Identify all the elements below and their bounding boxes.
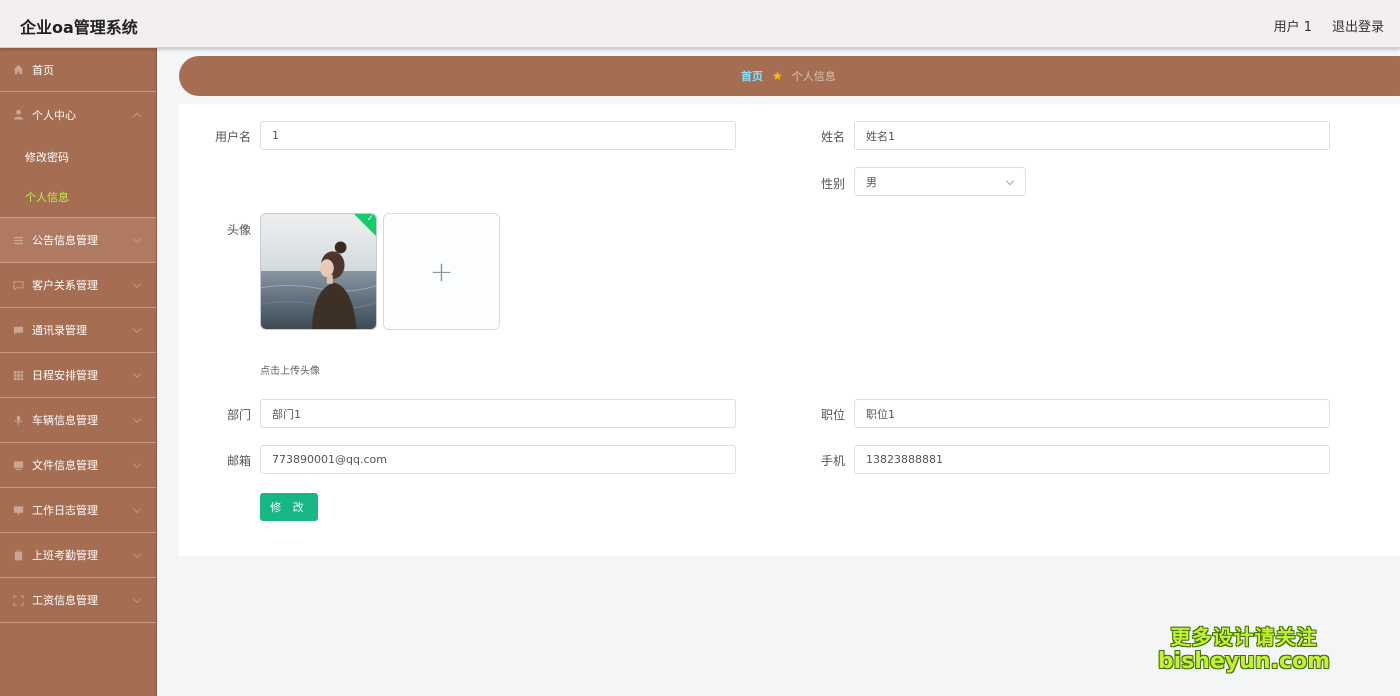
sidebar-item-label: 个人中心 (32, 108, 76, 122)
gender-label: 性别 (820, 177, 845, 191)
gender-value: 男 (866, 175, 877, 189)
watermark-line1: 更多设计请关注 (1170, 625, 1318, 649)
top-header: 企业oa管理系统 用户 1 退出登录 (0, 0, 1400, 48)
email-value: 773890001@qq.com (272, 453, 387, 466)
name-field[interactable]: 姓名1 (854, 121, 1330, 150)
chevron-down-icon (132, 594, 142, 604)
mic-icon (12, 414, 24, 426)
sidebar-item-label: 工作日志管理 (32, 504, 98, 517)
chevron-down-icon (1005, 176, 1015, 186)
avatar-upload-button[interactable]: + (383, 213, 500, 330)
name-label: 姓名 (820, 130, 845, 144)
sidebar-item-files[interactable]: 文件信息管理 (0, 443, 156, 488)
sidebar-item-attendance[interactable]: 上班考勤管理 (0, 533, 156, 578)
department-field[interactable]: 部门1 (260, 399, 736, 428)
avatar-label: 头像 (226, 223, 251, 237)
avatar-preview[interactable]: ✓ (260, 213, 377, 330)
breadcrumb-current: 个人信息 (791, 70, 836, 83)
sidebar-item-salary[interactable]: 工资信息管理 (0, 578, 156, 623)
star-icon: ★ (772, 69, 783, 83)
chevron-down-icon (132, 279, 142, 289)
phone-field[interactable]: 13823888881 (854, 445, 1330, 474)
sidebar-subitem-change-password[interactable]: 修改密码 (0, 137, 156, 177)
list-icon (12, 234, 24, 246)
email-field[interactable]: 773890001@qq.com (260, 445, 736, 474)
check-icon: ✓ (366, 214, 374, 224)
chevron-down-icon (132, 324, 142, 334)
chevron-up-icon (132, 112, 142, 121)
fullscreen-icon (12, 594, 24, 606)
chevron-down-icon (132, 234, 142, 244)
app-title: 企业oa管理系统 (20, 18, 138, 37)
sidebar-item-label: 公告信息管理 (32, 234, 98, 247)
sidebar-item-schedule[interactable]: 日程安排管理 (0, 353, 156, 398)
submit-button[interactable]: 修 改 (260, 493, 318, 521)
home-icon (12, 64, 24, 76)
position-field[interactable]: 职位1 (854, 399, 1330, 428)
sidebar-item-label: 车辆信息管理 (32, 414, 98, 427)
sidebar-item-customers[interactable]: 客户关系管理 (0, 263, 156, 308)
sidebar-item-label: 客户关系管理 (32, 279, 98, 292)
clipboard-icon (12, 549, 24, 561)
phone-value: 13823888881 (866, 453, 943, 466)
username-label: 用户名 (214, 130, 251, 144)
watermark: 更多设计请关注 bisheyun.com (1158, 621, 1330, 674)
plus-icon: + (429, 255, 454, 288)
sidebar-item-label: 日程安排管理 (32, 369, 98, 382)
breadcrumb-home[interactable]: 首页 (741, 68, 763, 84)
username-field[interactable]: 1 (260, 121, 736, 150)
sidebar-item-label: 通讯录管理 (32, 324, 87, 337)
sidebar-item-label: 首页 (32, 63, 54, 77)
sidebar-item-personal[interactable]: 个人中心 (0, 92, 156, 137)
name-value: 姓名1 (866, 129, 895, 143)
profile-form: 用户名 1 姓名 姓名1 性别 男 头像 ✓ + 点击上传头像 部门 部门1 职… (179, 104, 1400, 556)
logout-link[interactable]: 退出登录 (1332, 16, 1384, 35)
avatar-hint: 点击上传头像 (260, 366, 320, 377)
current-user[interactable]: 用户 1 (1274, 16, 1312, 35)
grid-icon (12, 369, 24, 381)
sidebar-item-home[interactable]: 首页 (0, 48, 156, 92)
sidebar-item-label: 工资信息管理 (32, 594, 98, 607)
watermark-line2: bisheyun.com (1157, 649, 1330, 674)
chevron-down-icon (132, 459, 142, 469)
personal-submenu: 修改密码 个人信息 (0, 137, 156, 218)
position-value: 职位1 (866, 407, 895, 421)
phone-label: 手机 (820, 454, 845, 468)
breadcrumb: 首页 ★ 个人信息 (179, 56, 1400, 96)
sidebar-item-vehicles[interactable]: 车辆信息管理 (0, 398, 156, 443)
sidebar: 首页 个人中心 修改密码 个人信息 公告信息管理 客户关系管理 通讯录管理 日程… (0, 48, 157, 696)
sidebar-item-label: 文件信息管理 (32, 459, 98, 472)
sidebar-item-announcements[interactable]: 公告信息管理 (0, 218, 156, 263)
chevron-down-icon (132, 414, 142, 424)
header-actions: 用户 1 退出登录 (1274, 16, 1384, 35)
department-value: 部门1 (272, 407, 301, 421)
chevron-down-icon (132, 504, 142, 514)
username-value: 1 (272, 129, 279, 142)
position-label: 职位 (820, 408, 845, 422)
monitor-icon (12, 459, 24, 471)
sidebar-item-label: 上班考勤管理 (32, 549, 98, 562)
user-icon (12, 109, 24, 121)
sidebar-item-worklog[interactable]: 工作日志管理 (0, 488, 156, 533)
chat-icon (12, 279, 24, 291)
department-label: 部门 (226, 408, 251, 422)
gender-select[interactable]: 男 (854, 167, 1026, 196)
email-label: 邮箱 (226, 454, 251, 468)
sidebar-item-contacts[interactable]: 通讯录管理 (0, 308, 156, 353)
monitor-icon (12, 504, 24, 516)
chevron-down-icon (132, 549, 142, 559)
message-icon (12, 324, 24, 336)
sidebar-subitem-personal-info[interactable]: 个人信息 (0, 177, 156, 217)
chevron-down-icon (132, 369, 142, 379)
